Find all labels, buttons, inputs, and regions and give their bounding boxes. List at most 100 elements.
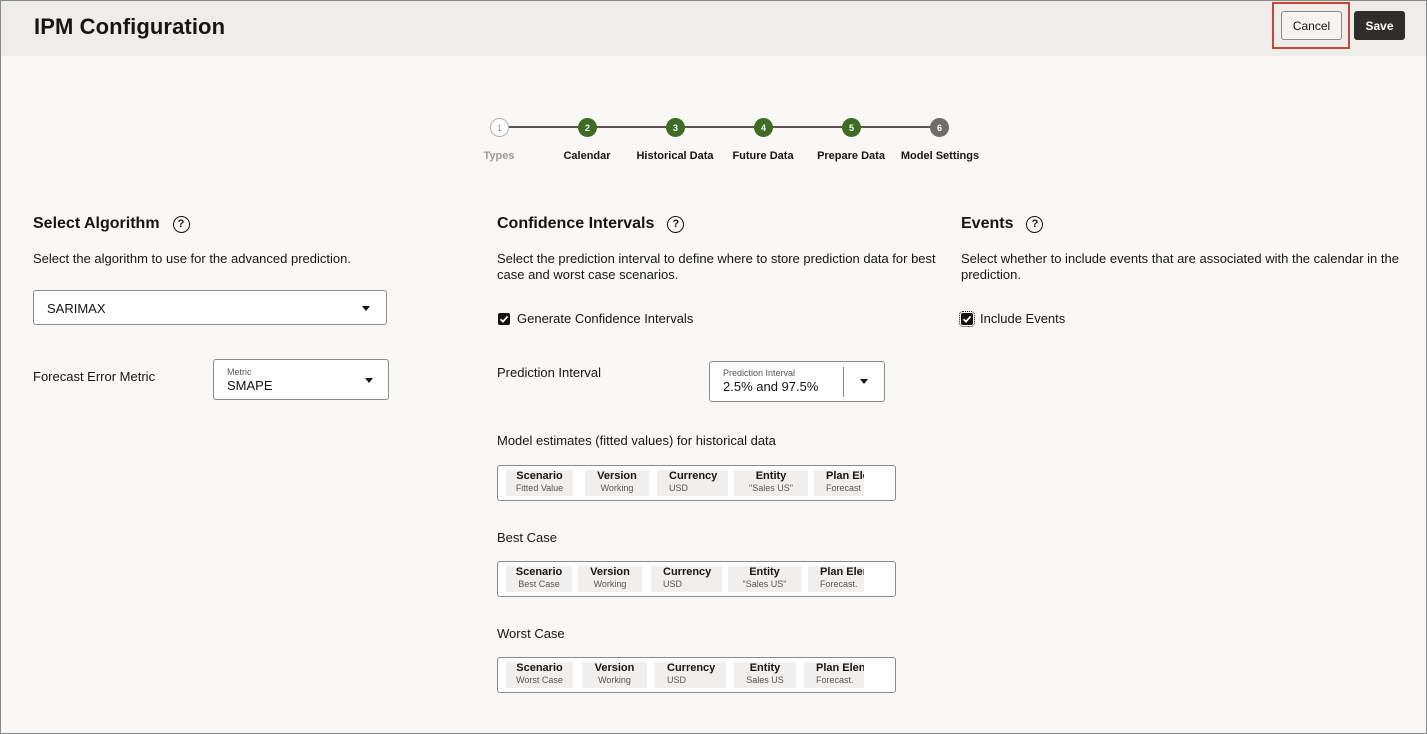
confidence-section-title: Confidence Intervals ? <box>497 215 685 233</box>
pov-member: Forecast. <box>820 579 858 589</box>
pov-member: Fitted Value <box>515 483 564 493</box>
train-step-1-label[interactable]: Types <box>484 150 515 162</box>
pov-member: Best Case <box>518 579 560 589</box>
pov-dim: Plan Ele <box>826 470 864 482</box>
pov-member: Sales US <box>746 675 784 685</box>
train-step-2-label[interactable]: Calendar <box>563 150 610 162</box>
pov-dim: Currency <box>667 662 716 674</box>
pov-dim: Version <box>597 470 637 482</box>
pov-dim: Plan Elen <box>816 662 864 674</box>
confidence-description-line1: Select the prediction interval to define… <box>497 251 936 266</box>
train-connector <box>508 126 932 128</box>
pov-dim: Scenario <box>516 470 563 482</box>
pov-member: USD <box>663 579 683 589</box>
caret-down-icon <box>365 378 373 383</box>
include-events-label: Include Events <box>980 311 1066 326</box>
metric-float-label: Metric <box>227 367 252 377</box>
pov-chip-plan-element[interactable]: Plan ElenForecast. <box>804 662 864 688</box>
select-divider <box>843 367 844 397</box>
pov-dim: Scenario <box>516 662 563 674</box>
pov-chip-version[interactable]: Version Working <box>578 566 642 592</box>
train-step-1-dot[interactable]: 1 <box>490 118 509 137</box>
confidence-description-line2: case and worst case scenarios. <box>497 267 679 282</box>
forecast-error-metric-label: Forecast Error Metric <box>33 369 156 384</box>
train-step-6-label[interactable]: Model Settings <box>901 150 979 162</box>
prediction-interval-float-label: Prediction Interval <box>723 368 796 378</box>
caret-down-icon <box>860 379 868 384</box>
pov-chip-scenario[interactable]: Scenario Best Case <box>506 566 572 592</box>
pov-member: "Sales US" <box>749 483 793 493</box>
pov-chip-scenario[interactable]: Scenario Fitted Value <box>506 470 573 496</box>
pov-dim: Currency <box>663 566 712 578</box>
train-step-4-dot[interactable]: 4 <box>754 118 773 137</box>
train-step-3-dot[interactable]: 3 <box>666 118 685 137</box>
algorithm-title-text: Select Algorithm <box>33 215 160 232</box>
prediction-interval-value: 2.5% and 97.5% <box>723 379 819 394</box>
caret-down-icon <box>362 306 370 311</box>
pov-dim: Currency <box>669 470 718 482</box>
page-title: IPM Configuration <box>34 14 226 39</box>
prediction-interval-select[interactable]: Prediction Interval 2.5% and 97.5% <box>709 361 885 402</box>
algorithm-section-title: Select Algorithm ? <box>33 215 190 233</box>
pov-dim: Version <box>594 662 635 674</box>
worst-case-pov[interactable]: Scenario Worst Case Version Working Curren… <box>497 657 896 693</box>
pov-member: USD <box>669 483 689 493</box>
pov-chip-scenario[interactable]: Scenario Worst Case <box>506 662 573 688</box>
pov-chip-entity[interactable]: Entity "Sales US" <box>728 566 801 592</box>
cancel-button[interactable]: Cancel <box>1281 11 1342 40</box>
checkmark-icon <box>959 310 975 327</box>
pov-dim: Plan Elen <box>820 566 864 578</box>
pov-chip-version[interactable]: Version Working <box>585 470 649 496</box>
train-step-6-dot[interactable]: 6 <box>930 118 949 137</box>
algorithm-description: Select the algorithm to use for the adva… <box>33 251 351 266</box>
pov-chip-currency[interactable]: Currency USD <box>655 662 726 688</box>
page-header: IPM Configuration <box>1 1 1426 56</box>
pov-dim: Scenario <box>515 566 563 578</box>
pov-member: Forecast. <box>816 675 854 685</box>
confidence-title-text: Confidence Intervals <box>497 215 655 232</box>
pov-member: Worst Case <box>516 675 563 685</box>
pov-dim: Entity <box>755 470 787 482</box>
best-case-label: Best Case <box>497 530 557 545</box>
pov-dim: Version <box>590 566 630 578</box>
algorithm-select[interactable]: SARIMAX <box>33 290 387 325</box>
metric-select[interactable]: Metric SMAPE <box>213 359 389 400</box>
question-circle-icon[interactable]: ? <box>1026 215 1044 233</box>
events-section-title: Events ? <box>961 215 1044 233</box>
pov-dim: Entity <box>749 662 781 674</box>
question-circle-icon[interactable]: ? <box>172 215 190 233</box>
best-case-pov[interactable]: Scenario Best Case Version Working Currenc… <box>497 561 896 597</box>
pov-member: Working <box>593 579 627 589</box>
pov-member: USD <box>667 675 687 685</box>
train-step-5-label[interactable]: Prepare Data <box>817 150 885 162</box>
pov-chip-currency[interactable]: Currency USD <box>657 470 728 496</box>
pov-member: "Sales US" <box>742 579 787 589</box>
fitted-values-pov[interactable]: Scenario Fitted Value Version Working Curr… <box>497 465 896 501</box>
train-step-4-label[interactable]: Future Data <box>732 150 793 162</box>
pov-member: Working <box>600 483 634 493</box>
worst-case-label: Worst Case <box>497 626 565 641</box>
generate-intervals-label: Generate Confidence Intervals <box>517 311 694 326</box>
events-description-line1: Select whether to include events that ar… <box>961 251 1399 266</box>
events-description-line2: prediction. <box>961 267 1021 282</box>
fitted-values-label: Model estimates (fitted values) for hist… <box>497 433 776 448</box>
pov-member: Working <box>598 675 631 685</box>
metric-select-value: SMAPE <box>227 378 273 393</box>
pov-chip-version[interactable]: Version Working <box>582 662 647 688</box>
save-button[interactable]: Save <box>1354 11 1405 40</box>
prediction-interval-label: Prediction Interval <box>497 365 602 380</box>
include-events-checkbox[interactable]: Include Events <box>959 310 1066 327</box>
pov-chip-plan-element[interactable]: Plan ElenForecast. <box>808 566 864 592</box>
question-circle-icon[interactable]: ? <box>667 215 685 233</box>
train-step-3-label[interactable]: Historical Data <box>636 150 713 162</box>
pov-member: Forecast <box>826 483 862 493</box>
generate-intervals-checkbox[interactable]: Generate Confidence Intervals <box>498 311 693 326</box>
events-title-text: Events <box>961 215 1014 232</box>
pov-chip-plan-element[interactable]: Plan EleForecast <box>814 470 864 496</box>
pov-chip-entity[interactable]: Entity "Sales US" <box>734 470 808 496</box>
pov-dim: Entity <box>749 566 780 578</box>
train-step-5-dot[interactable]: 5 <box>842 118 861 137</box>
pov-chip-entity[interactable]: Entity Sales US <box>734 662 796 688</box>
train-step-2-dot[interactable]: 2 <box>578 118 597 137</box>
pov-chip-currency[interactable]: Currency USD <box>651 566 722 592</box>
